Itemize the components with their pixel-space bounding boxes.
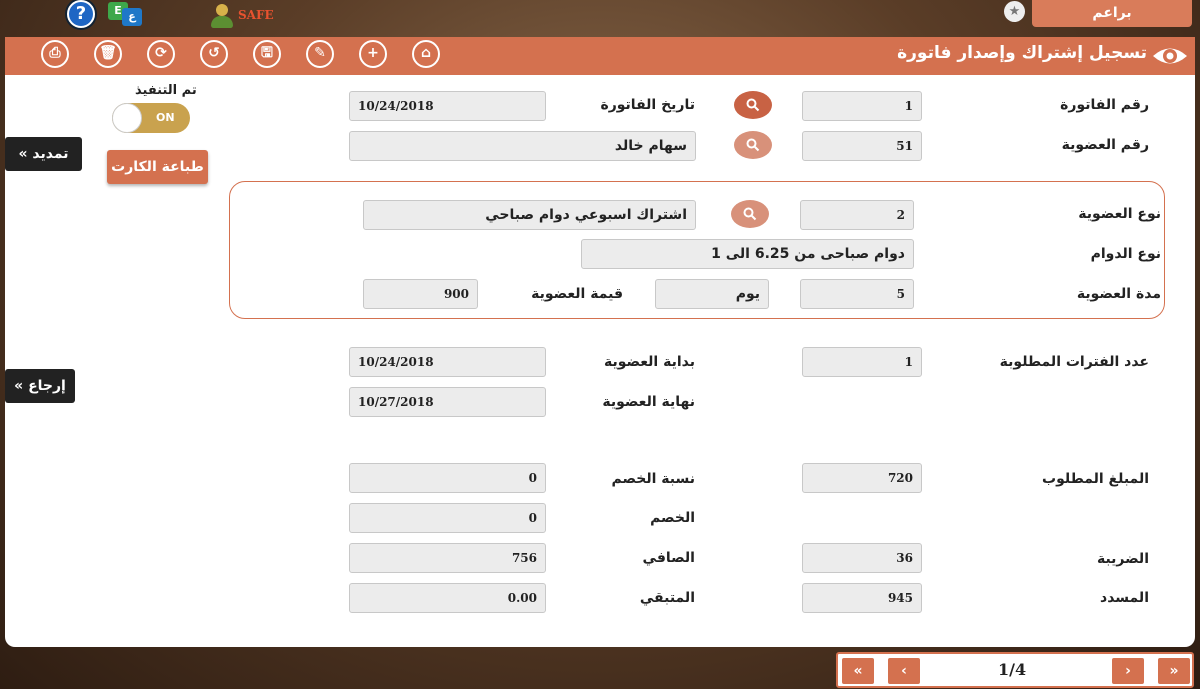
safe-label: SAFE bbox=[238, 8, 274, 22]
end-date-field[interactable]: 10/27/2018 bbox=[349, 387, 546, 417]
safe-user-icon[interactable] bbox=[208, 2, 236, 30]
add-icon[interactable]: + bbox=[359, 40, 387, 68]
net-label: الصافي bbox=[642, 550, 695, 566]
duration-label: مدة العضوية bbox=[1076, 286, 1161, 302]
refresh-icon[interactable]: ⟳ bbox=[147, 40, 175, 68]
discount-label: الخصم bbox=[650, 510, 695, 526]
executed-label: تم التنفيذ bbox=[135, 83, 197, 98]
page-indicator: 1/4 bbox=[998, 660, 1027, 679]
member-type-search-button[interactable] bbox=[731, 200, 769, 228]
language-ar-badge: ع bbox=[122, 8, 142, 26]
search-icon bbox=[746, 138, 760, 152]
discount-pct-label: نسبة الخصم bbox=[611, 471, 695, 487]
member-value-field[interactable]: 900 bbox=[363, 279, 478, 309]
invoice-search-button[interactable] bbox=[734, 91, 772, 119]
edit-icon[interactable]: ✎ bbox=[306, 40, 334, 68]
invoice-number-field[interactable]: 1 bbox=[802, 91, 922, 121]
member-type-code-field[interactable]: 2 bbox=[800, 200, 914, 230]
help-icon[interactable]: ? bbox=[67, 0, 95, 28]
top-bar: ? E ع SAFE ★ براعم bbox=[0, 0, 1200, 36]
executed-toggle[interactable]: ON bbox=[112, 103, 190, 133]
home-icon[interactable]: ⌂ bbox=[412, 40, 440, 68]
member-name-field[interactable]: سهام خالد bbox=[349, 131, 696, 161]
member-type-name-field[interactable]: اشتراك اسبوعي دوام صباحي bbox=[363, 200, 696, 230]
duration-unit-field[interactable]: يوم bbox=[655, 279, 769, 309]
language-icon[interactable]: E ع bbox=[108, 2, 144, 26]
prev-page-button[interactable]: ‹ bbox=[888, 658, 920, 684]
print-icon[interactable]: ⎙ bbox=[41, 40, 69, 68]
required-amount-field[interactable]: 720 bbox=[802, 463, 922, 493]
eye-icon[interactable] bbox=[1151, 41, 1189, 71]
toggle-knob bbox=[112, 103, 142, 133]
discount-pct-field[interactable]: 0 bbox=[349, 463, 546, 493]
next-page-button[interactable]: › bbox=[1112, 658, 1144, 684]
invoice-number-label: رقم الفاتورة bbox=[1060, 97, 1149, 113]
last-page-button[interactable]: » bbox=[1158, 658, 1190, 684]
delete-icon[interactable]: 🗑 bbox=[94, 40, 122, 68]
member-search-button[interactable] bbox=[734, 131, 772, 159]
member-value-label: قيمة العضوية bbox=[531, 286, 623, 302]
save-icon[interactable]: 🖫 bbox=[253, 40, 281, 68]
remaining-label: المتبقي bbox=[639, 590, 695, 606]
discount-field[interactable]: 0 bbox=[349, 503, 546, 533]
member-type-label: نوع العضوية bbox=[1078, 206, 1161, 222]
paid-label: المسدد bbox=[1100, 590, 1149, 606]
extend-button[interactable]: « تمديد bbox=[5, 137, 82, 171]
user-name-tab[interactable]: براعم bbox=[1032, 0, 1192, 27]
net-field[interactable]: 756 bbox=[349, 543, 546, 573]
member-number-label: رقم العضوية bbox=[1061, 137, 1149, 153]
shift-type-label: نوع الدوام bbox=[1090, 246, 1161, 262]
search-icon bbox=[746, 98, 760, 112]
member-number-field[interactable]: 51 bbox=[802, 131, 922, 161]
undo-icon[interactable]: ↺ bbox=[200, 40, 228, 68]
record-pager: « ‹ 1/4 › » bbox=[836, 652, 1194, 688]
start-date-label: بداية العضوية bbox=[603, 354, 695, 370]
required-amount-label: المبلغ المطلوب bbox=[1042, 471, 1149, 487]
invoice-date-label: تاريخ الفاتورة bbox=[600, 97, 695, 113]
page-title: تسجيل إشتراك وإصدار فاتورة bbox=[897, 43, 1147, 63]
periods-field[interactable]: 1 bbox=[802, 347, 922, 377]
first-page-button[interactable]: « bbox=[842, 658, 874, 684]
tax-label: الضريبة bbox=[1096, 551, 1149, 567]
shift-type-field[interactable]: دوام صباحى من 6.25 الى 1 bbox=[581, 239, 914, 269]
duration-field[interactable]: 5 bbox=[800, 279, 914, 309]
refund-button[interactable]: « إرجاع bbox=[5, 369, 75, 403]
invoice-date-field[interactable]: 10/24/2018 bbox=[349, 91, 546, 121]
periods-label: عدد الفترات المطلوبة bbox=[999, 354, 1149, 370]
end-date-label: نهاية العضوية bbox=[602, 394, 695, 410]
remaining-field[interactable]: 0.00 bbox=[349, 583, 546, 613]
tax-field[interactable]: 36 bbox=[802, 543, 922, 573]
form-panel: ⎙ 🗑 ⟳ ↺ 🖫 ✎ + ⌂ تسجيل إشتراك وإصدار فاتو… bbox=[5, 37, 1195, 647]
start-date-field[interactable]: 10/24/2018 bbox=[349, 347, 546, 377]
search-icon bbox=[743, 207, 757, 221]
star-icon[interactable]: ★ bbox=[1004, 1, 1025, 22]
toggle-label: ON bbox=[156, 111, 175, 124]
print-card-button[interactable]: طباعة الكارت bbox=[107, 150, 208, 184]
paid-field[interactable]: 945 bbox=[802, 583, 922, 613]
form-header: ⎙ 🗑 ⟳ ↺ 🖫 ✎ + ⌂ تسجيل إشتراك وإصدار فاتو… bbox=[5, 37, 1195, 75]
